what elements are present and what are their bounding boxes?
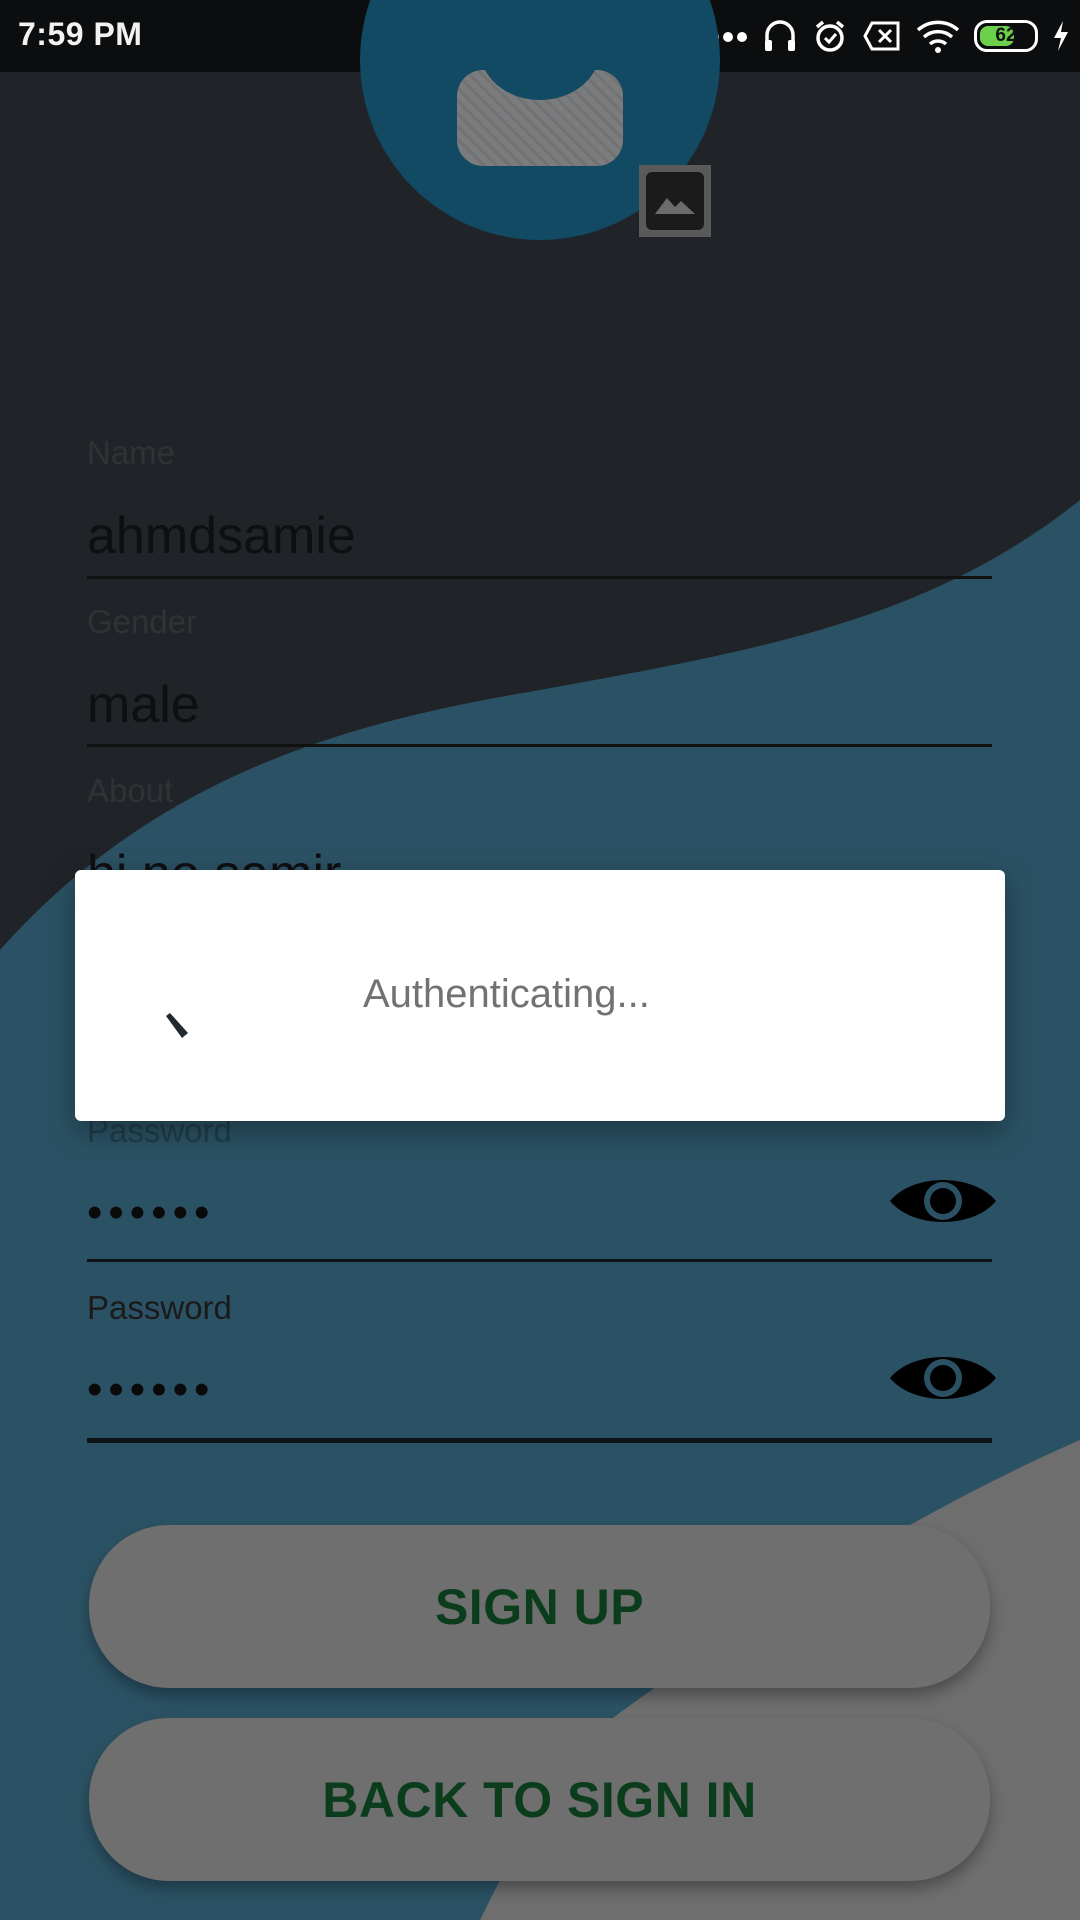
alarm-icon xyxy=(815,20,845,52)
sim-x-icon xyxy=(863,21,900,51)
headphones-icon xyxy=(765,20,795,51)
image-icon xyxy=(646,172,704,230)
sign-up-button[interactable]: SIGN UP xyxy=(89,1525,990,1688)
name-underline xyxy=(87,576,992,579)
battery-level: 62 xyxy=(995,25,1017,46)
gender-underline xyxy=(87,744,992,747)
eye-icon[interactable] xyxy=(888,1348,998,1408)
name-field[interactable]: ahmdsamie xyxy=(87,506,356,566)
avatar-head-cutout xyxy=(480,0,600,100)
confirm-password-underline xyxy=(87,1438,992,1443)
confirm-password-field[interactable]: •••••• xyxy=(87,1365,215,1415)
password-field[interactable]: •••••• xyxy=(87,1188,215,1238)
status-time: 7:59 PM xyxy=(18,16,143,52)
dialog-message: Authenticating... xyxy=(363,972,650,1016)
image-picker-button[interactable] xyxy=(639,165,711,237)
sign-up-screen: 7:59 PM 62 Name ahmdsamie Gender male Ab… xyxy=(0,0,1080,1920)
eye-icon[interactable] xyxy=(888,1171,998,1231)
password-underline xyxy=(87,1259,992,1262)
about-label: About xyxy=(87,772,174,809)
wifi-icon xyxy=(916,20,960,53)
status-icons: 62 xyxy=(708,14,1070,58)
charging-bolt-icon xyxy=(1054,21,1068,51)
battery-icon: 62 xyxy=(974,20,1038,52)
gender-field[interactable]: male xyxy=(87,675,200,735)
back-to-sign-in-button[interactable]: BACK TO SIGN IN xyxy=(89,1718,990,1881)
loading-spinner-icon xyxy=(166,1013,188,1038)
confirm-password-label: Password xyxy=(87,1289,232,1326)
name-label: Name xyxy=(87,434,176,471)
gender-label: Gender xyxy=(87,603,198,640)
